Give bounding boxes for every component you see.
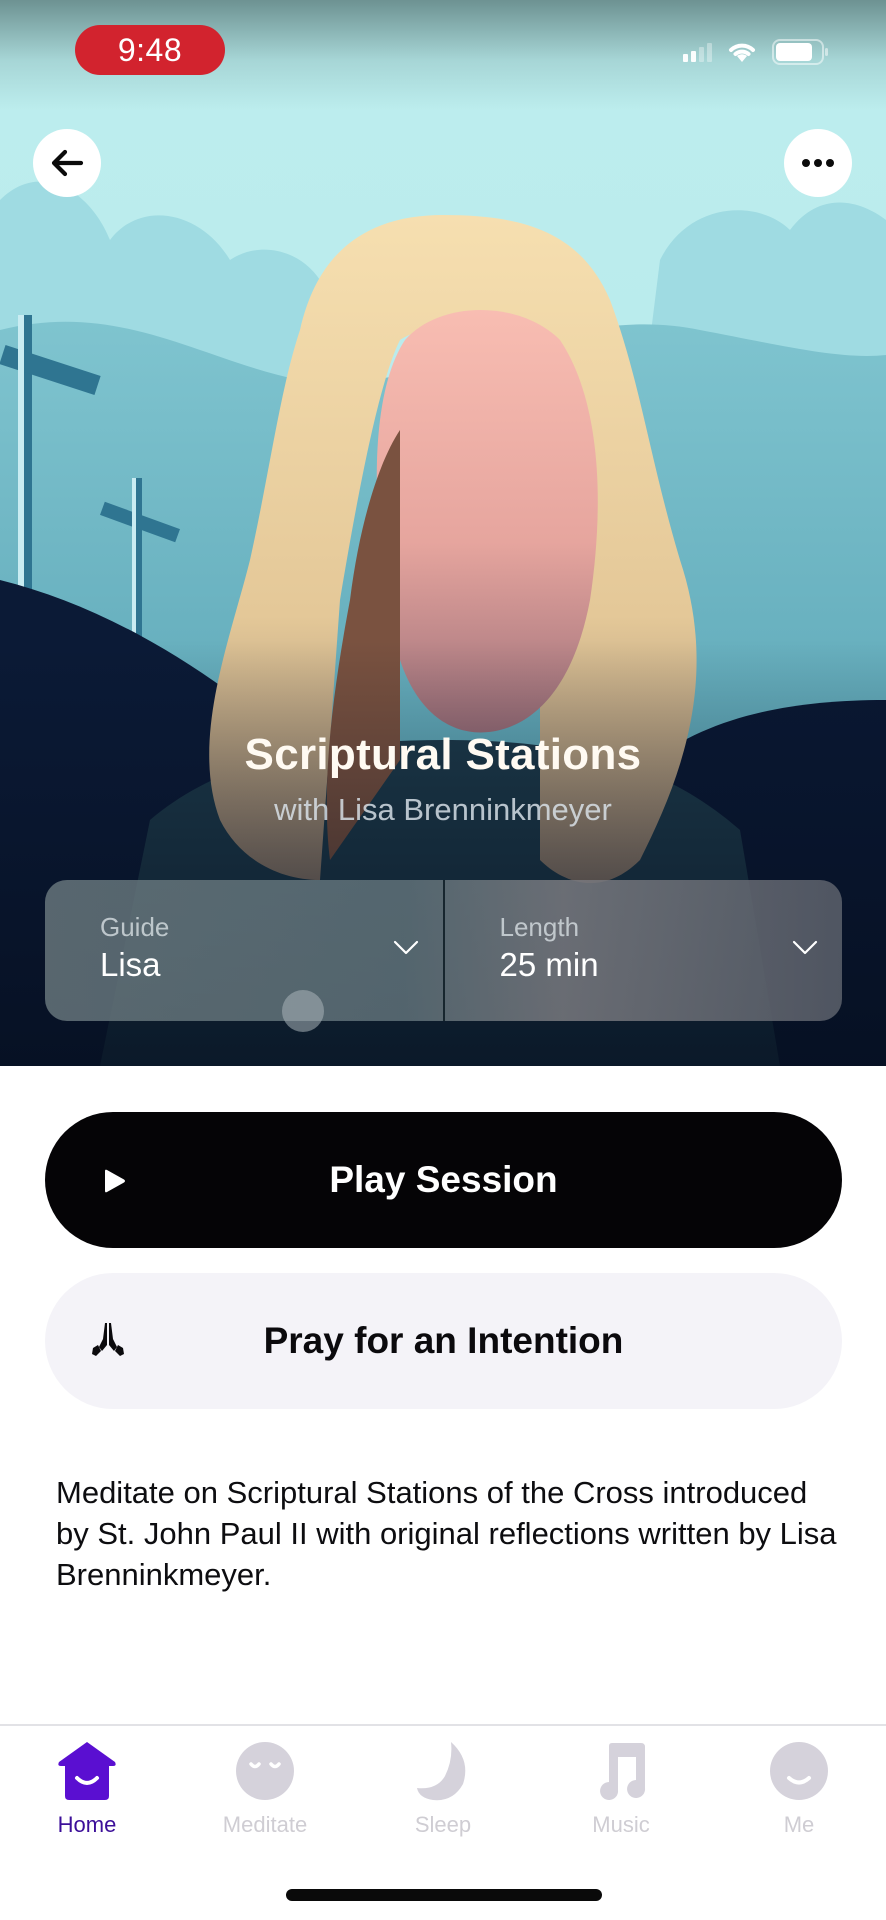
guide-selector[interactable]: Guide Lisa	[45, 880, 443, 1021]
home-smile-icon	[58, 1742, 116, 1800]
music-note-icon	[600, 1743, 646, 1800]
touch-indicator	[282, 990, 324, 1032]
tab-sleep[interactable]: Sleep	[373, 1738, 513, 1848]
chevron-down-icon	[393, 940, 418, 955]
battery-icon	[772, 39, 828, 65]
length-value: 25 min	[499, 946, 599, 983]
tab-label: Me	[783, 1812, 815, 1837]
pray-for-intention-label: Pray for an Intention	[263, 1320, 624, 1361]
status-icons	[683, 39, 830, 65]
moon-icon	[417, 1742, 466, 1801]
status-time: 9:48	[75, 25, 225, 75]
tab-label: Meditate	[222, 1812, 308, 1837]
play-session-button[interactable]: Play Session	[45, 1112, 842, 1248]
guide-label: Guide	[100, 912, 170, 942]
play-session-label: Play Session	[329, 1159, 558, 1200]
cellular-signal-icon	[683, 42, 712, 62]
more-options-button[interactable]	[784, 129, 852, 197]
profile-smile-icon	[770, 1742, 828, 1800]
length-label: Length	[499, 912, 580, 942]
tab-label: Home	[57, 1812, 117, 1837]
ellipsis-horizontal-icon	[802, 159, 834, 167]
guide-value: Lisa	[100, 946, 161, 983]
session-options: Guide Lisa Length 25 min	[45, 880, 842, 1021]
tab-home[interactable]: Home	[17, 1738, 157, 1848]
tab-meditate[interactable]: Meditate	[195, 1738, 335, 1848]
arrow-left-icon	[51, 149, 84, 177]
session-description: Meditate on Scriptural Stations of the C…	[56, 1475, 837, 1592]
wifi-icon	[729, 43, 755, 62]
tab-me[interactable]: Me	[729, 1738, 869, 1848]
pray-for-intention-button[interactable]: Pray for an Intention	[45, 1273, 842, 1409]
tab-label: Sleep	[414, 1812, 472, 1837]
length-selector[interactable]: Length 25 min	[445, 880, 843, 1021]
chevron-down-icon	[792, 940, 818, 955]
home-indicator	[286, 1889, 602, 1901]
back-button[interactable]	[33, 129, 101, 197]
meditate-face-icon	[236, 1742, 294, 1800]
tab-label: Music	[592, 1812, 650, 1837]
tab-music[interactable]: Music	[551, 1738, 691, 1848]
session-subtitle: with Lisa Brenninkmeyer	[274, 792, 612, 827]
session-title: Scriptural Stations	[244, 730, 642, 779]
